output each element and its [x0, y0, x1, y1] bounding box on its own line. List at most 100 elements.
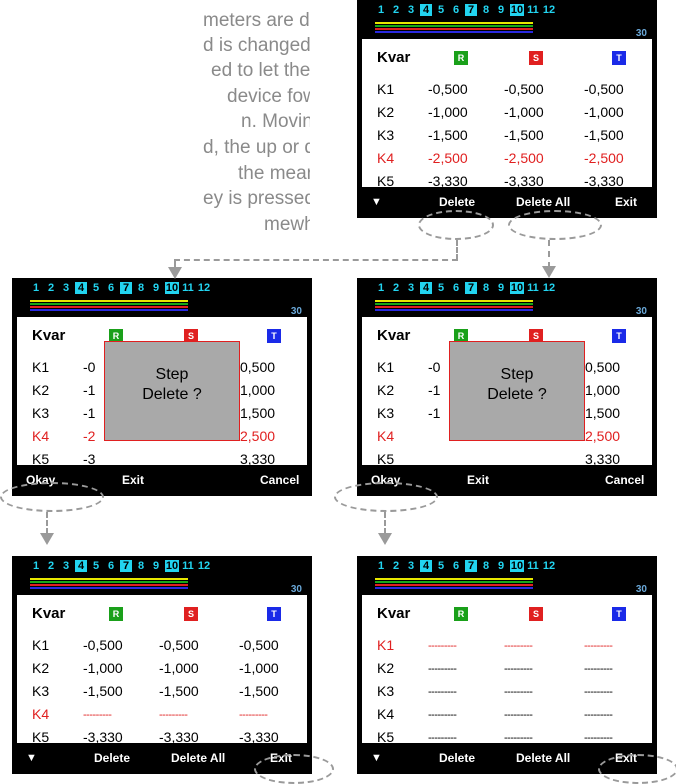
table-row[interactable]: K4 --------- --------- ---------	[362, 706, 652, 726]
delete-button[interactable]: Delete	[439, 195, 475, 209]
step-tab[interactable]: 3	[405, 560, 417, 572]
table-row[interactable]: K1 --------- --------- ---------	[362, 637, 652, 657]
cancel-button[interactable]: Cancel	[605, 473, 644, 487]
step-tab[interactable]: 7	[120, 560, 132, 572]
step-tab[interactable]: 5	[435, 4, 447, 16]
step-tab[interactable]: 6	[450, 560, 462, 572]
delete-all-button[interactable]: Delete All	[171, 751, 225, 765]
step-tab[interactable]: 8	[135, 282, 147, 294]
step-label: K1	[32, 637, 50, 653]
step-tab[interactable]: 2	[390, 4, 402, 16]
step-tab[interactable]: 5	[435, 560, 447, 572]
delete-all-button[interactable]: Delete All	[516, 751, 570, 765]
delete-button[interactable]: Delete	[94, 751, 130, 765]
exit-button[interactable]: Exit	[615, 195, 637, 209]
down-arrow-icon[interactable]: ▼	[26, 752, 37, 764]
step-tab[interactable]: 6	[105, 560, 117, 572]
step-tab[interactable]: 2	[390, 282, 402, 294]
step-tab[interactable]: 1	[375, 560, 387, 572]
step-tab[interactable]: 9	[150, 560, 162, 572]
step-tab[interactable]: 5	[90, 560, 102, 572]
step-tab[interactable]: 12	[542, 560, 556, 572]
step-tab[interactable]: 12	[542, 282, 556, 294]
step-tab[interactable]: 10	[510, 560, 524, 572]
step-tab[interactable]: 9	[150, 282, 162, 294]
exit-button[interactable]: Exit	[467, 473, 489, 487]
delete-button[interactable]: Delete	[439, 751, 475, 765]
table-row[interactable]: K3 -1,500 -1,500 -1,500	[17, 683, 307, 703]
delete-all-button[interactable]: Delete All	[516, 195, 570, 209]
table-row[interactable]: K2 -1,000 -1,000 -1,000	[17, 660, 307, 680]
table-row[interactable]: K2 -1,000 -1,000 -1,000	[362, 104, 652, 124]
step-tab[interactable]: 2	[45, 560, 57, 572]
step-tab[interactable]: 11	[526, 4, 540, 16]
cancel-button[interactable]: Cancel	[260, 473, 299, 487]
step-tab[interactable]: 9	[495, 560, 507, 572]
kvar-value: -1	[83, 382, 96, 398]
phase-t-badge: T	[612, 51, 626, 65]
kvar-value: ---------	[504, 709, 533, 721]
step-tab[interactable]: 1	[375, 282, 387, 294]
step-tab[interactable]: 4	[420, 282, 432, 294]
step-tab[interactable]: 7	[120, 282, 132, 294]
table-row[interactable]: K1 -0,500 -0,500 -0,500	[362, 81, 652, 101]
intro-line: ed to let the device	[211, 60, 310, 81]
step-tab[interactable]: 5	[90, 282, 102, 294]
step-tab[interactable]: 8	[480, 560, 492, 572]
step-tab[interactable]: 8	[480, 282, 492, 294]
step-tab[interactable]: 12	[542, 4, 556, 16]
down-arrow-icon[interactable]: ▼	[371, 196, 382, 208]
step-tab[interactable]: 12	[197, 282, 211, 294]
step-tab[interactable]: 7	[465, 282, 477, 294]
exit-button[interactable]: Exit	[122, 473, 144, 487]
table-row[interactable]: K2 --------- --------- ---------	[362, 660, 652, 680]
table-row[interactable]: K4 --------- --------- ---------	[17, 706, 307, 726]
step-tab[interactable]: 9	[495, 4, 507, 16]
step-tab[interactable]: 10	[510, 282, 524, 294]
step-tab[interactable]: 10	[165, 282, 179, 294]
down-arrow-icon[interactable]: ▼	[371, 752, 382, 764]
step-tab[interactable]: 3	[405, 282, 417, 294]
step-tab[interactable]: 5	[435, 282, 447, 294]
step-tab[interactable]: 9	[495, 282, 507, 294]
table-row[interactable]: K3 -1,500 -1,500 -1,500	[362, 127, 652, 147]
table-row[interactable]: K3 --------- --------- ---------	[362, 683, 652, 703]
step-tab[interactable]: 11	[181, 560, 195, 572]
step-tab[interactable]: 4	[75, 282, 87, 294]
table-row[interactable]: K4 -2,500 -2,500 -2,500	[362, 150, 652, 170]
connector	[46, 512, 48, 534]
step-tab[interactable]: 12	[197, 560, 211, 572]
step-tab[interactable]: 10	[165, 560, 179, 572]
step-tab[interactable]: 8	[135, 560, 147, 572]
step-tab[interactable]: 1	[30, 282, 42, 294]
step-tab[interactable]: 1	[375, 4, 387, 16]
step-tab[interactable]: 7	[465, 4, 477, 16]
table-row[interactable]: K1 -0,500 -0,500 -0,500	[17, 637, 307, 657]
kvar-value: ---------	[504, 686, 533, 698]
intro-line: d is changed in any	[203, 35, 310, 56]
phase-stripes	[375, 578, 533, 589]
step-label: K2	[377, 104, 395, 120]
step-tab[interactable]: 2	[390, 560, 402, 572]
step-tab[interactable]: 4	[420, 560, 432, 572]
kvar-table: Kvar R S T K1 -0,500 -0,500 -0,500 K2 -1,000 -1,00…	[362, 39, 652, 189]
kvar-value: -1	[428, 405, 441, 421]
step-tab[interactable]: 1	[30, 560, 42, 572]
arrow-down-icon	[40, 533, 54, 545]
step-tab[interactable]: 6	[105, 282, 117, 294]
step-tab[interactable]: 6	[450, 282, 462, 294]
step-tab[interactable]: 4	[75, 560, 87, 572]
step-tab[interactable]: 7	[465, 560, 477, 572]
step-tab[interactable]: 3	[60, 282, 72, 294]
step-tab[interactable]: 4	[420, 4, 432, 16]
step-label: K4	[32, 706, 50, 722]
step-tab[interactable]: 11	[526, 560, 540, 572]
step-tab[interactable]: 3	[405, 4, 417, 16]
step-tab[interactable]: 10	[510, 4, 524, 16]
step-tab[interactable]: 3	[60, 560, 72, 572]
step-tab[interactable]: 6	[450, 4, 462, 16]
step-tab[interactable]: 11	[181, 282, 195, 294]
step-tab[interactable]: 11	[526, 282, 540, 294]
step-tab[interactable]: 8	[480, 4, 492, 16]
step-tab[interactable]: 2	[45, 282, 57, 294]
